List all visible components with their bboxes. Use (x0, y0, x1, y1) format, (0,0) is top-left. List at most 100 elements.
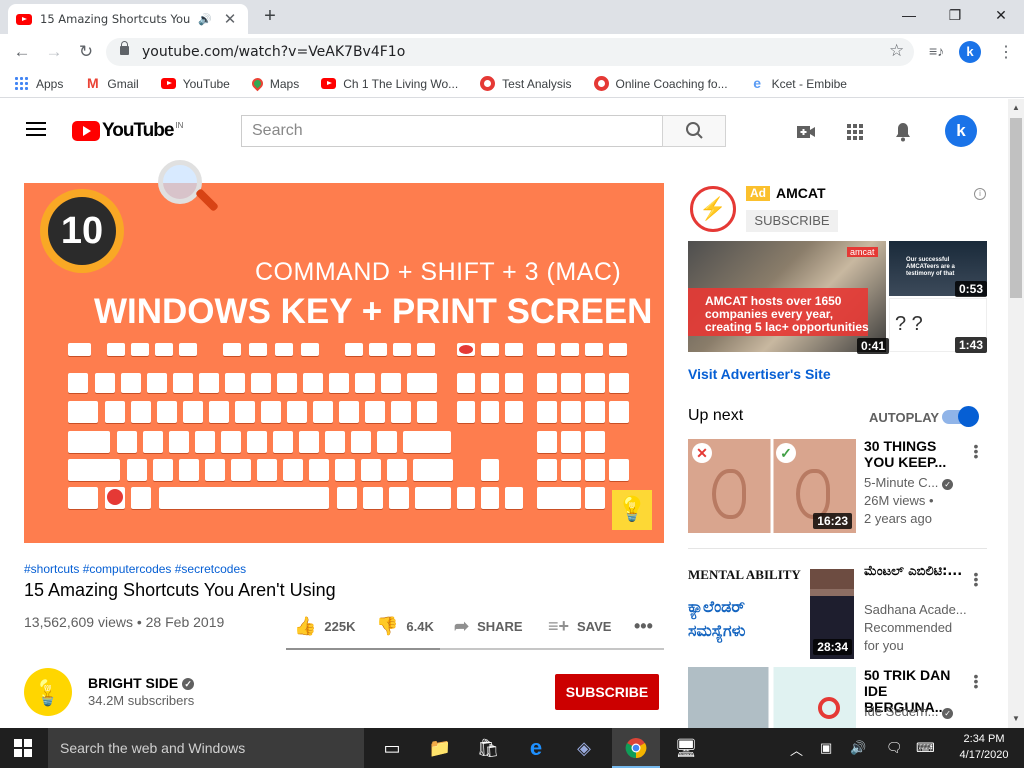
task-view-icon[interactable]: ▭ (368, 728, 416, 768)
video-hashtags[interactable]: #shortcuts #computercodes #secretcodes (24, 562, 246, 576)
bookmark-gmail[interactable]: M Gmail (85, 76, 139, 91)
search-button[interactable] (662, 115, 726, 147)
youtube-play-icon (72, 121, 100, 141)
bookmark-online-coaching[interactable]: Online Coaching fo... (593, 76, 728, 91)
scroll-up-icon[interactable]: ▲ (1008, 100, 1024, 116)
youtube-account-avatar[interactable]: k (945, 115, 977, 147)
network-icon[interactable]: ▣ (820, 740, 832, 756)
scroll-down-icon[interactable]: ▼ (1008, 711, 1024, 727)
app-icon[interactable]: ◈ (560, 728, 608, 768)
upnext-title-1[interactable]: 30 THINGS YOU KEEP... (864, 438, 964, 470)
amcat-logo[interactable]: ⚡ (690, 186, 736, 232)
youtube-icon (160, 78, 176, 89)
channel-avatar[interactable]: 💡 (24, 668, 72, 716)
keyboard-key (609, 401, 629, 423)
store-icon[interactable]: 🛍 (464, 728, 512, 768)
more-options-icon[interactable]: • • • (972, 439, 980, 463)
thumbs-up-icon: 👍 (294, 616, 317, 636)
volume-icon[interactable]: 🔊 (850, 740, 866, 756)
notifications-bell-icon[interactable] (891, 120, 915, 144)
create-video-icon[interactable] (794, 120, 818, 144)
upnext-channel-1[interactable]: 5-Minute C... ✓ (864, 474, 974, 492)
back-button[interactable]: ← (10, 40, 34, 64)
upnext-channel-3[interactable]: Ide Sederh... ✓ (864, 703, 974, 721)
keyboard-key (561, 431, 581, 453)
chrome-menu-icon[interactable]: ⋮ (998, 42, 1014, 62)
keyboard-key (481, 373, 499, 393)
more-options-icon[interactable]: • • • (972, 669, 980, 693)
minimize-button[interactable]: — (886, 0, 932, 32)
chrome-taskbar-icon[interactable] (612, 728, 660, 768)
upnext-channel-2[interactable]: Sadhana Acade... (864, 601, 974, 619)
check-icon: ✓ (776, 443, 796, 463)
dislike-button[interactable]: 👎 6.4K (376, 616, 434, 637)
upnext-thumbnail-3[interactable] (688, 667, 856, 728)
keyboard-key (169, 431, 189, 453)
keyboard-key (561, 401, 581, 423)
bookmark-test-analysis[interactable]: Test Analysis (480, 76, 572, 91)
youtube-logo[interactable]: YouTube IN (72, 120, 183, 142)
keyboard-key (195, 431, 215, 453)
close-tab-icon[interactable]: ✕ (224, 10, 237, 28)
bookmark-ch1[interactable]: Ch 1 The Living Wo... (321, 77, 458, 91)
chrome-profile-avatar[interactable]: k (959, 41, 981, 63)
bookmark-youtube[interactable]: YouTube (160, 77, 230, 91)
more-actions-icon[interactable]: ••• (634, 616, 653, 637)
bookmark-kcet[interactable]: e Kcet - Embibe (750, 76, 847, 91)
keyboard-key (457, 401, 475, 423)
forward-button[interactable]: → (42, 40, 66, 64)
edge-icon[interactable]: e (512, 728, 560, 768)
reload-button[interactable]: ↻ (74, 40, 98, 64)
ad-subscribe-button[interactable]: SUBSCRIBE (746, 210, 838, 232)
bookmark-apps[interactable]: Apps (14, 76, 63, 91)
taskbar-search-box[interactable]: Search the web and Windows (48, 728, 364, 768)
browser-tab[interactable]: 15 Amazing Shortcuts You A 🔊 ✕ (8, 4, 248, 34)
advertiser-name[interactable]: AMCAT (776, 185, 826, 201)
file-explorer-icon[interactable]: 📁 (416, 728, 464, 768)
keyboard-key (457, 487, 475, 509)
info-icon[interactable]: i (974, 188, 986, 200)
media-control-icon[interactable]: ≡♪ (929, 43, 944, 59)
close-window-button[interactable]: ✕ (978, 0, 1024, 32)
action-center-icon[interactable]: 🗨 (886, 740, 903, 756)
keyboard-icon[interactable]: ⌨ (916, 740, 935, 756)
speaker-icon[interactable]: 🔊 (198, 13, 212, 26)
bookmark-star-icon[interactable]: ☆ (889, 41, 904, 61)
keyboard-key (68, 459, 120, 481)
upnext-thumbnail-2[interactable]: MENTAL ABILITY ಕ್ಯಾಲೆಂಡರ್ ಸಮಸ್ಯೆಗಳು 28:3… (688, 565, 856, 659)
upnext-thumbnail-1[interactable]: ✕ ✓ 16:23 (688, 439, 856, 533)
bookmark-maps[interactable]: Maps (249, 75, 299, 92)
keyboard-key (68, 487, 98, 509)
scrollbar-thumb[interactable] (1010, 118, 1022, 298)
remote-desktop-icon[interactable]: 🖥 (662, 728, 710, 768)
windows-start-icon[interactable] (14, 739, 32, 757)
badge-number: 10 (48, 197, 116, 265)
search-input[interactable]: Search (241, 115, 662, 147)
apps-icon[interactable] (843, 120, 867, 144)
keyboard-key (249, 343, 267, 356)
save-button[interactable]: ≡+ SAVE (548, 616, 611, 637)
channel-name[interactable]: BRIGHT SIDE ✓ (88, 675, 195, 691)
hamburger-menu-icon[interactable] (26, 122, 46, 136)
address-bar[interactable]: youtube.com/watch?v=VeAK7Bv4F1o (106, 38, 914, 66)
lock-icon[interactable] (120, 41, 129, 55)
more-options-icon[interactable]: • • • (972, 567, 980, 591)
keyboard-key (505, 487, 523, 509)
keyboard-key (585, 459, 605, 481)
upnext-age-1: 2 years ago (864, 511, 932, 526)
taskbar-clock[interactable]: 2:34 PM 4/17/2020 (952, 731, 1016, 763)
share-button[interactable]: ➦ SHARE (454, 616, 523, 637)
like-button[interactable]: 👍 225K (294, 616, 356, 637)
keyboard-key (413, 459, 453, 481)
restore-button[interactable]: ❐ (932, 0, 978, 32)
keyboard-key (325, 431, 345, 453)
tray-chevron-icon[interactable]: ︿ (790, 740, 803, 759)
keyboard-key (68, 401, 98, 423)
visit-advertiser-link[interactable]: Visit Advertiser's Site (688, 366, 831, 382)
upnext-title-2[interactable]: ಮೆಂಟಲ್ ಎಬಿಲಿಟಿ:... (864, 564, 964, 580)
apps-grid-icon (14, 76, 29, 91)
subscribe-button[interactable]: SUBSCRIBE (555, 674, 659, 710)
new-tab-button[interactable]: + (258, 4, 282, 28)
autoplay-toggle-knob[interactable] (958, 406, 979, 427)
keyboard-key (131, 487, 151, 509)
